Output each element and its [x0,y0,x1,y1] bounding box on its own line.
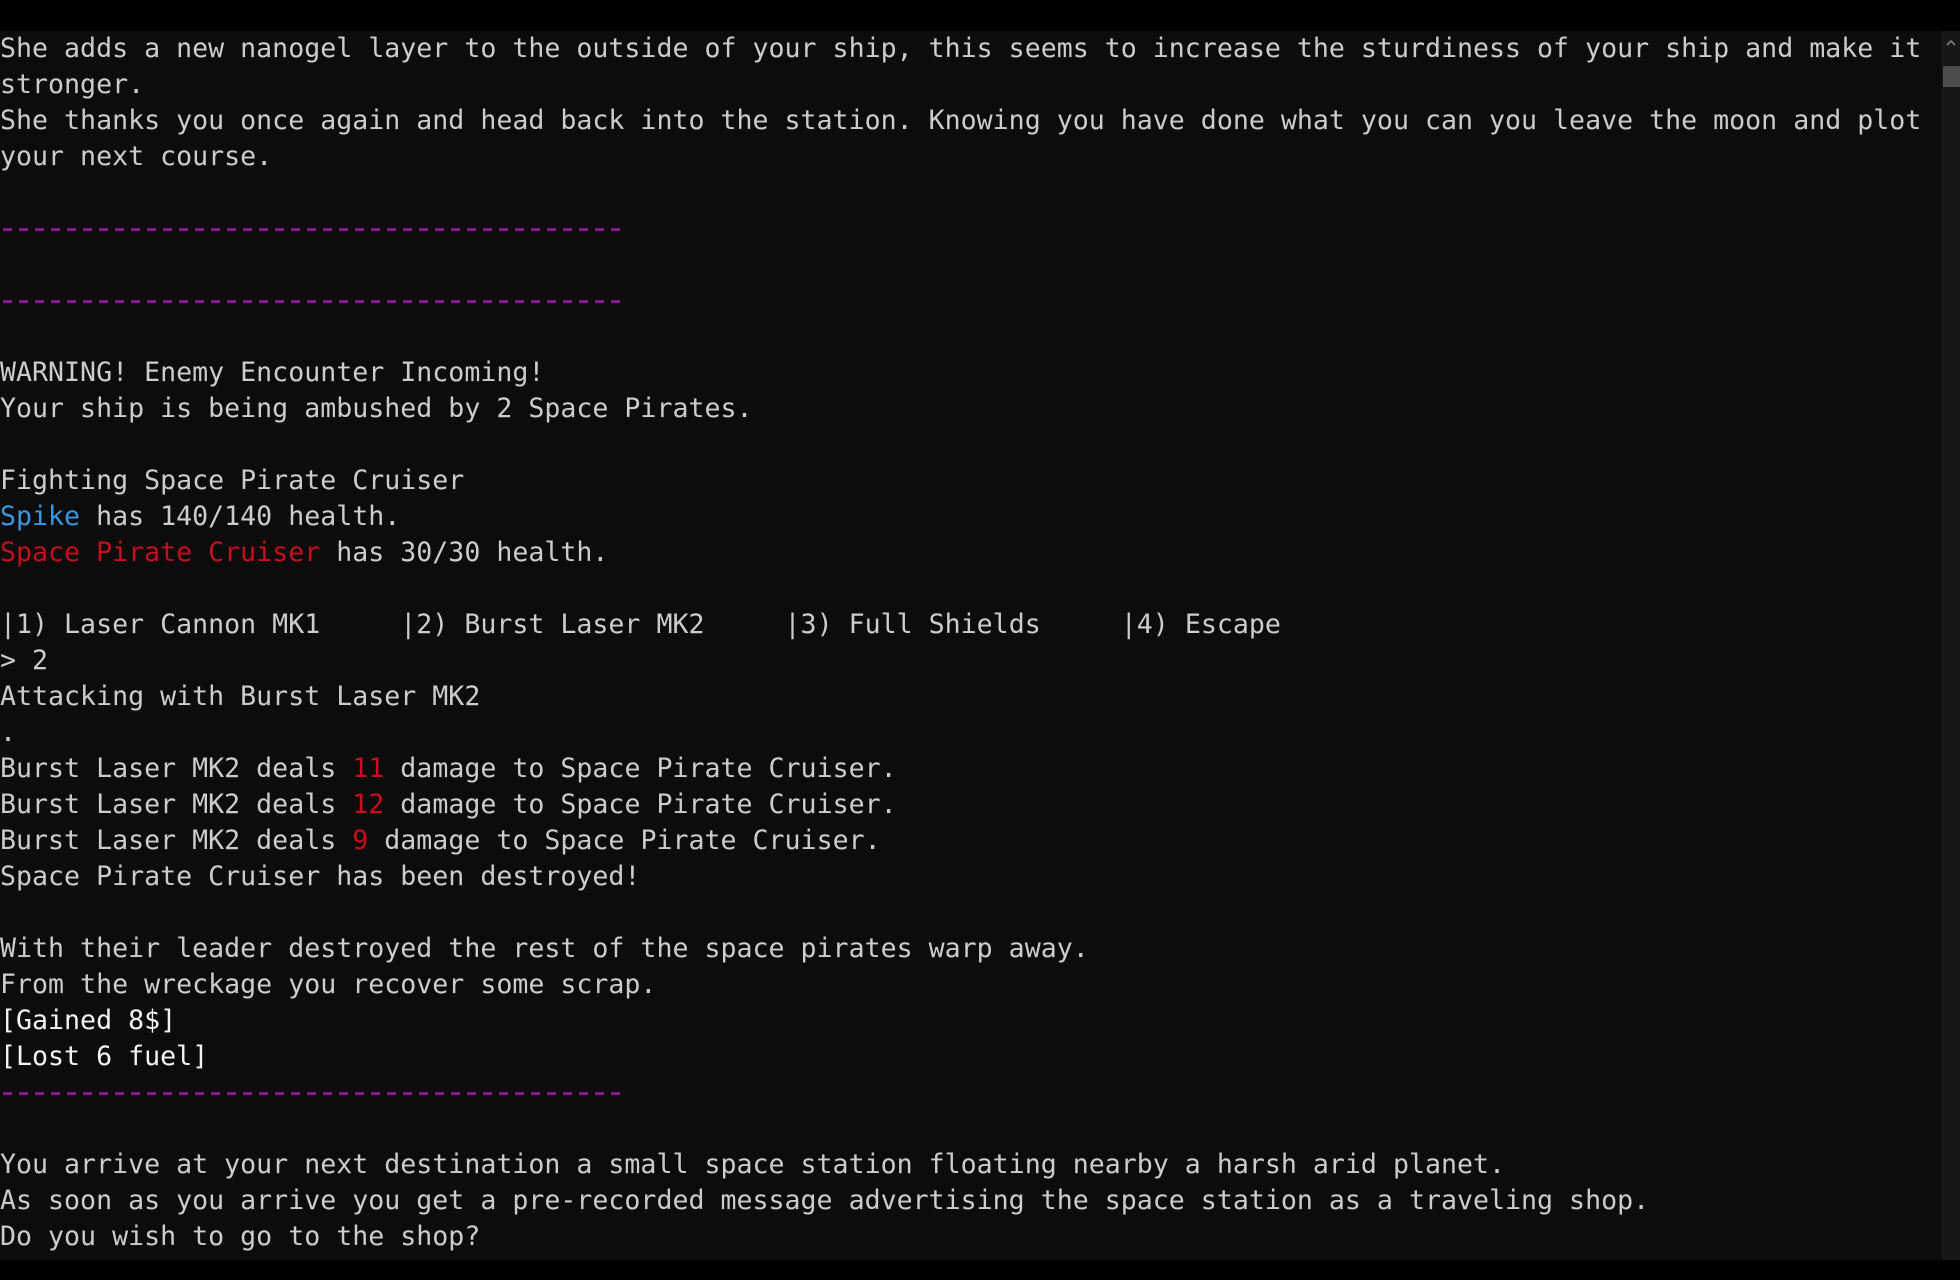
separator-dashes [0,300,624,303]
scroll-up-button[interactable] [1942,31,1960,53]
aftermath-line: From the wreckage you recover some scrap… [0,969,657,1000]
enemy-health-text: has 30/30 health. [320,537,609,568]
damage-prefix: Burst Laser MK2 deals [0,789,353,820]
shop-question: Do you wish to go to the shop? [0,1221,481,1252]
separator-dashes [0,228,624,231]
damage-log-line: Burst Laser MK2 deals 9 damage to Space … [0,823,1942,859]
prompt-symbol: > [0,645,33,676]
arrival-line: As soon as you arrive you get a pre-reco… [0,1185,1650,1216]
ambush-message: Your ship is being ambushed by 2 Space P… [0,393,753,424]
chevron-up-icon [1946,39,1956,46]
action-option-burst-laser[interactable]: |2) Burst Laser MK2 [400,609,784,640]
damage-log-line: Burst Laser MK2 deals 12 damage to Space… [0,787,1942,823]
fighting-status: Fighting Space Pirate Cruiser [0,465,465,496]
separator-line [0,1075,1942,1111]
lost-fuel-text: [Lost 6 fuel] [0,1041,209,1072]
clipped-previous-output [0,0,1960,31]
command-prompt[interactable]: > 2 [0,643,1942,679]
action-option-escape[interactable]: |4) Escape [1121,609,1281,640]
damage-value: 12 [352,789,385,820]
reward-gained: [Gained 8$] [0,1003,1942,1039]
action-menu: |1) Laser Cannon MK1 |2) Burst Laser MK2… [0,607,1942,643]
gained-money-text: [Gained 8$] [0,1005,177,1036]
player-health-line: Spike has 140/140 health. [0,499,1942,535]
warning-message: WARNING! Enemy Encounter Incoming! [0,357,545,388]
resource-lost: [Lost 6 fuel] [0,1039,1942,1075]
damage-suffix: damage to Space Pirate Cruiser. [384,789,897,820]
enemy-health-line: Space Pirate Cruiser has 30/30 health. [0,535,1942,571]
damage-prefix: Burst Laser MK2 deals [0,753,353,784]
window-bottom-edge [0,1260,1960,1280]
progress-dot: . [0,717,17,748]
terminal-window[interactable]: She adds a new nanogel layer to the outs… [0,31,1942,1260]
separator-line [0,283,1942,319]
story-line: stronger. [0,69,145,100]
aftermath-line: With their leader destroyed the rest of … [0,933,1089,964]
action-option-full-shields[interactable]: |3) Full Shields [785,609,1121,640]
damage-value: 9 [352,825,369,856]
damage-suffix: damage to Space Pirate Cruiser. [368,825,881,856]
vertical-scrollbar[interactable] [1942,31,1960,1260]
story-line: She adds a new nanogel layer to the outs… [0,33,1922,64]
player-ship-name: Spike [0,501,81,532]
damage-prefix: Burst Laser MK2 deals [0,825,353,856]
player-health-text: has 140/140 health. [80,501,401,532]
destroyed-message: Space Pirate Cruiser has been destroyed! [0,861,641,892]
terminal-output: She adds a new nanogel layer to the outs… [0,31,1942,1255]
damage-suffix: damage to Space Pirate Cruiser. [384,753,897,784]
action-option-laser-cannon[interactable]: |1) Laser Cannon MK1 [0,609,400,640]
prompt-input[interactable]: 2 [32,645,48,676]
damage-log-line: Burst Laser MK2 deals 11 damage to Space… [0,751,1942,787]
scrollbar-thumb[interactable] [1943,66,1960,87]
damage-value: 11 [352,753,385,784]
arrival-line: You arrive at your next destination a sm… [0,1149,1506,1180]
story-line: She thanks you once again and head back … [0,105,1922,136]
separator-line [0,211,1942,247]
enemy-ship-name: Space Pirate Cruiser [0,537,321,568]
attack-message: Attacking with Burst Laser MK2 [0,681,481,712]
story-line: your next course. [0,141,273,172]
separator-dashes [0,1092,624,1095]
